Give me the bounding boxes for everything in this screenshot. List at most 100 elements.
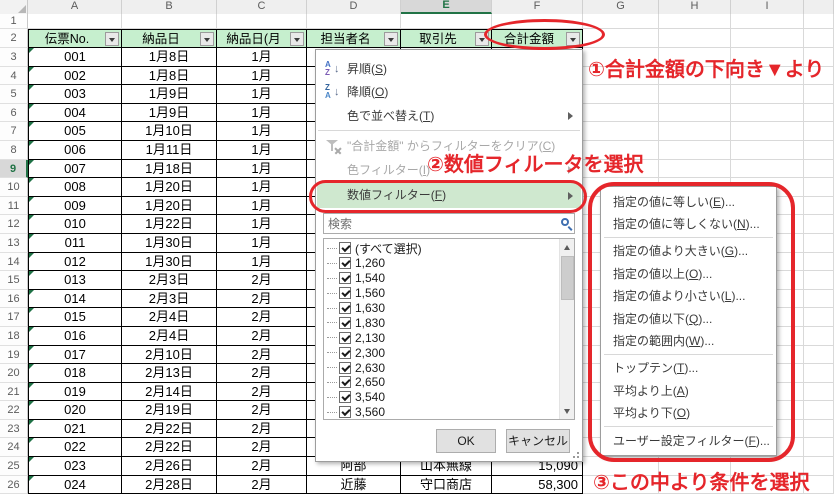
cell-nohin-date[interactable]: 2月14日	[122, 382, 217, 402]
cell[interactable]	[401, 14, 492, 29]
cell-nohin-month[interactable]: 1月	[217, 178, 307, 197]
cell-nohin-date[interactable]: 2月22日	[122, 419, 217, 439]
cell-nohin-month[interactable]: 1月	[217, 85, 307, 104]
cell-denpyo-no[interactable]: 020	[28, 401, 122, 420]
checkbox-list-item[interactable]: 2,630	[327, 360, 558, 375]
row-number[interactable]: 18	[0, 326, 28, 346]
checkbox-list-item[interactable]: 2,300	[327, 345, 558, 360]
checkbox-checked[interactable]	[339, 391, 351, 404]
scrollbar-thumb[interactable]	[561, 256, 574, 300]
cell[interactable]	[804, 196, 834, 216]
cell[interactable]	[122, 14, 217, 29]
cell-nohin-date[interactable]: 2月26日	[122, 457, 217, 476]
cell-nohin-month[interactable]: 2月	[217, 457, 307, 476]
cell[interactable]	[731, 140, 804, 160]
cell[interactable]	[28, 14, 122, 29]
cell[interactable]	[731, 159, 804, 179]
cell-nohin-date[interactable]: 1月30日	[122, 252, 217, 272]
table-header-cell[interactable]: 納品日(月	[217, 29, 307, 48]
cell-nohin-month[interactable]: 2月	[217, 401, 307, 420]
row-number[interactable]: 21	[0, 382, 28, 402]
row-number[interactable]: 12	[0, 215, 28, 234]
cell-nohin-date[interactable]: 2月13日	[122, 364, 217, 383]
checkbox-checked[interactable]	[339, 406, 351, 419]
cell-torihikisaki[interactable]: 守口商店	[401, 475, 492, 495]
column-letter-partial[interactable]	[804, 0, 834, 14]
cell[interactable]	[804, 271, 834, 290]
cell-nohin-date[interactable]: 1月8日	[122, 48, 217, 67]
cell[interactable]	[804, 29, 834, 48]
cell[interactable]	[804, 233, 834, 253]
cell-nohin-month[interactable]: 2月	[217, 475, 307, 495]
cell-nohin-month[interactable]: 1月	[217, 252, 307, 272]
row-number[interactable]: 6	[0, 103, 28, 123]
cell[interactable]	[804, 14, 834, 29]
cell-nohin-date[interactable]: 1月20日	[122, 196, 217, 216]
cell-nohin-date[interactable]: 1月20日	[122, 178, 217, 197]
cell-nohin-month[interactable]: 2月	[217, 419, 307, 439]
cell[interactable]	[804, 326, 834, 346]
cell[interactable]	[804, 178, 834, 197]
cell-nohin-date[interactable]: 2月4日	[122, 308, 217, 327]
checkbox-checked[interactable]	[339, 257, 351, 270]
checkbox-checked[interactable]	[339, 316, 351, 329]
cell-denpyo-no[interactable]: 008	[28, 178, 122, 197]
cell[interactable]	[804, 215, 834, 234]
cell-nohin-date[interactable]: 1月22日	[122, 215, 217, 234]
cell[interactable]	[307, 14, 401, 29]
cell[interactable]	[659, 159, 731, 179]
cell-nohin-date[interactable]: 1月8日	[122, 66, 217, 86]
cell-denpyo-no[interactable]: 003	[28, 85, 122, 104]
cell-denpyo-no[interactable]: 023	[28, 457, 122, 476]
cell-denpyo-no[interactable]: 012	[28, 252, 122, 272]
row-number[interactable]: 22	[0, 401, 28, 420]
scroll-down-icon[interactable]	[560, 403, 574, 419]
row-number[interactable]: 3	[0, 48, 28, 67]
row-number[interactable]: 23	[0, 419, 28, 439]
cell[interactable]	[731, 103, 804, 123]
column-letter[interactable]: I	[731, 0, 804, 14]
cell-denpyo-no[interactable]: 017	[28, 345, 122, 365]
resize-grip[interactable]	[569, 452, 579, 458]
cell[interactable]	[583, 85, 659, 104]
cell[interactable]	[804, 103, 834, 123]
table-header-cell[interactable]: 取引先	[401, 29, 492, 48]
cell-denpyo-no[interactable]: 009	[28, 196, 122, 216]
cell-denpyo-no[interactable]: 014	[28, 289, 122, 309]
row-number[interactable]: 16	[0, 289, 28, 309]
filter-button[interactable]	[384, 32, 398, 46]
cell[interactable]	[804, 382, 834, 402]
checkbox-checked[interactable]	[339, 287, 351, 300]
row-number[interactable]: 1	[0, 14, 28, 29]
cell-denpyo-no[interactable]: 010	[28, 215, 122, 234]
cell-nohin-month[interactable]: 2月	[217, 345, 307, 365]
cell[interactable]	[804, 122, 834, 141]
cell[interactable]	[804, 289, 834, 309]
checkbox-list-item[interactable]: 1,260	[327, 256, 558, 271]
cell-denpyo-no[interactable]: 022	[28, 438, 122, 458]
checkbox-list-item[interactable]: 3,540	[327, 390, 558, 405]
checkbox-list-item[interactable]: (すべて選択)	[327, 241, 558, 256]
checkbox-checked[interactable]	[339, 302, 351, 314]
filter-button[interactable]	[290, 32, 304, 46]
cell-denpyo-no[interactable]: 002	[28, 66, 122, 86]
row-number[interactable]: 24	[0, 438, 28, 458]
column-letter[interactable]: C	[217, 0, 307, 14]
cell-nohin-date[interactable]: 1月11日	[122, 140, 217, 160]
cell-nohin-month[interactable]: 1月	[217, 233, 307, 253]
menu-item-sort-by-color[interactable]: 色で並べ替え(T)	[317, 105, 581, 127]
menu-item-sort-ascending[interactable]: A Z ↓ 昇順(S)	[317, 58, 581, 80]
cell[interactable]	[804, 308, 834, 327]
cell-denpyo-no[interactable]: 007	[28, 159, 122, 179]
cell-nohin-month[interactable]: 1月	[217, 48, 307, 67]
cell-nohin-month[interactable]: 1月	[217, 66, 307, 86]
cell-tantosha[interactable]: 近藤	[307, 475, 401, 495]
cell-nohin-month[interactable]: 2月	[217, 364, 307, 383]
column-letter[interactable]: B	[122, 0, 217, 14]
cell-denpyo-no[interactable]: 021	[28, 419, 122, 439]
row-number[interactable]: 2	[0, 29, 28, 48]
checkbox-checked[interactable]	[339, 242, 351, 255]
cell-denpyo-no[interactable]: 006	[28, 140, 122, 160]
cell-nohin-date[interactable]: 1月9日	[122, 85, 217, 104]
cell[interactable]	[731, 122, 804, 141]
